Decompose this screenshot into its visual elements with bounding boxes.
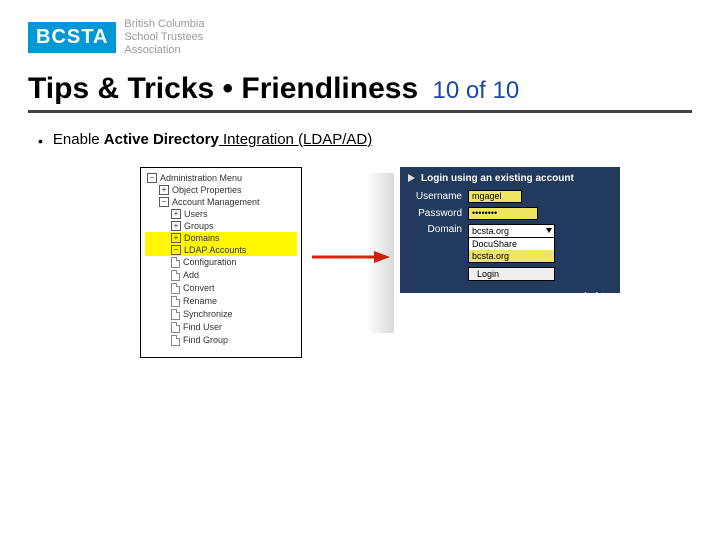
login-panel: Login using an existing account Username… (400, 167, 620, 300)
tree-item[interactable]: Convert (145, 282, 297, 295)
password-label: Password (408, 208, 462, 219)
tree-item-label: Rename (183, 296, 217, 306)
domain-select[interactable]: bcsta.org (468, 224, 555, 238)
tree-item[interactable]: Find User (145, 321, 297, 334)
tree-item-label: Synchronize (183, 309, 233, 319)
page-icon (171, 270, 180, 281)
username-input[interactable]: mgagel (468, 190, 522, 203)
expand-icon: + (171, 233, 181, 243)
bullet-dot-icon: • (38, 131, 43, 151)
tree-item-label: Users (184, 209, 208, 219)
bullet-text: Enable Active Directory Integration (LDA… (53, 131, 372, 151)
tree-item-label: Account Management (172, 197, 260, 207)
admin-tree-panel: −Administration Menu+Object Properties−A… (140, 167, 302, 358)
page-title: Tips & Tricks • Friendliness (28, 72, 426, 105)
triangle-icon (408, 174, 415, 182)
tree-item-label: Administration Menu (160, 173, 242, 183)
login-footer-text: for future (400, 291, 620, 300)
tree-item-label: Groups (184, 221, 214, 231)
username-label: Username (408, 191, 462, 202)
page-icon (171, 283, 180, 294)
tree-item[interactable]: −Administration Menu (145, 172, 297, 184)
page-count: 10 of 10 (432, 77, 519, 104)
page-icon (171, 257, 180, 268)
expand-icon: + (159, 185, 169, 195)
password-input[interactable]: •••••••• (468, 207, 538, 220)
page-icon (171, 296, 180, 307)
domain-dropdown-list: DocuSharebcsta.org (468, 238, 555, 263)
domain-option[interactable]: bcsta.org (469, 250, 554, 262)
page-icon (171, 309, 180, 320)
tree-item-label: Find Group (183, 335, 228, 345)
expand-icon: + (171, 209, 181, 219)
collapse-icon: − (147, 173, 157, 183)
collapse-icon: − (171, 245, 181, 255)
bullet-item: • Enable Active Directory Integration (L… (38, 131, 692, 151)
tree-item[interactable]: Find Group (145, 334, 297, 347)
domain-label: Domain (408, 224, 462, 235)
login-header: Login using an existing account (408, 173, 612, 184)
login-button[interactable]: Login (468, 267, 555, 281)
tree-item-label: Add (183, 270, 199, 280)
expand-icon: + (171, 221, 181, 231)
shadow-decoration (366, 173, 394, 333)
logo: BCSTA British Columbia School Trustees A… (28, 18, 692, 58)
tree-item[interactable]: Add (145, 269, 297, 282)
tree-item[interactable]: +Domains (145, 232, 297, 244)
tree-item[interactable]: Configuration (145, 256, 297, 269)
tree-item-label: Find User (183, 322, 222, 332)
tree-item[interactable]: Synchronize (145, 308, 297, 321)
collapse-icon: − (159, 197, 169, 207)
tree-item-label: Convert (183, 283, 215, 293)
tree-item-label: Object Properties (172, 185, 242, 195)
tree-item-label: LDAP Accounts (184, 245, 246, 255)
domain-option[interactable]: DocuShare (469, 238, 554, 250)
tree-item-label: Configuration (183, 257, 237, 267)
logo-subtitle: British Columbia School Trustees Associa… (124, 18, 204, 58)
tree-item[interactable]: −LDAP Accounts (145, 244, 297, 256)
tree-item-label: Domains (184, 233, 220, 243)
tree-item[interactable]: +Object Properties (145, 184, 297, 196)
page-icon (171, 322, 180, 333)
title-bar: Tips & Tricks • Friendliness 10 of 10 (28, 72, 692, 113)
tree-item[interactable]: +Users (145, 208, 297, 220)
tree-item[interactable]: Rename (145, 295, 297, 308)
tree-item[interactable]: +Groups (145, 220, 297, 232)
page-icon (171, 335, 180, 346)
tree-item[interactable]: −Account Management (145, 196, 297, 208)
logo-mark: BCSTA (28, 22, 116, 53)
